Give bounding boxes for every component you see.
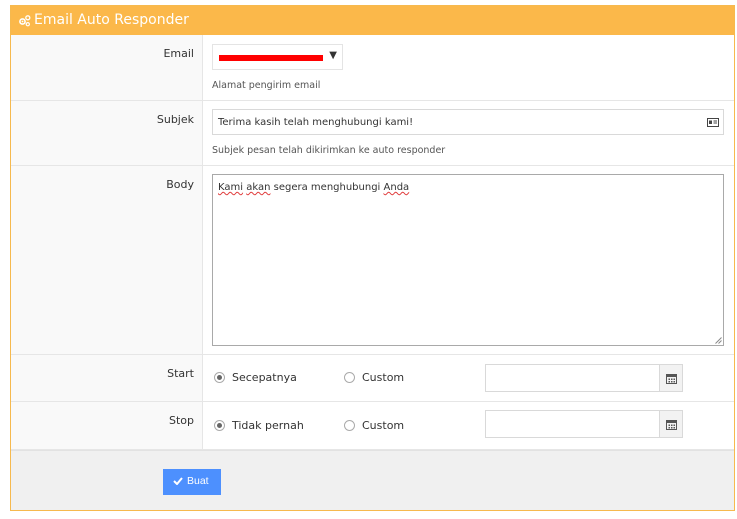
stop-calendar-button[interactable] — [659, 411, 682, 437]
body-value: Kami akan segera menghubungi Anda — [218, 182, 410, 193]
panel-header: Email Auto Responder — [11, 6, 734, 35]
start-custom-label[interactable]: Custom — [362, 371, 404, 384]
stop-custom-radio[interactable] — [344, 420, 355, 431]
stop-date-input[interactable] — [485, 410, 683, 438]
form-footer: Buat — [11, 450, 734, 510]
id-card-icon — [707, 118, 719, 127]
dropdown-caret-icon: ▼ — [329, 50, 337, 61]
start-custom-radio[interactable] — [344, 372, 355, 383]
resize-grip-icon[interactable] — [715, 337, 722, 344]
start-asap-radio[interactable] — [214, 372, 225, 383]
subject-label: Subjek — [156, 113, 194, 126]
email-label: Email — [163, 47, 194, 60]
panel-title: Email Auto Responder — [34, 12, 189, 28]
body-row: Body Kami akan segera menghubungi Anda — [11, 166, 734, 355]
start-date-input[interactable] — [485, 364, 683, 392]
check-icon — [173, 477, 183, 485]
start-asap-label[interactable]: Secepatnya — [232, 371, 297, 384]
start-row: Start Secepatnya Custom — [11, 355, 734, 402]
start-label: Start — [167, 367, 194, 380]
email-row: Email ▼ Alamat pengirim email — [11, 35, 734, 101]
subject-help-text: Subjek pesan telah dikirimkan ke auto re… — [212, 145, 446, 156]
calendar-icon — [666, 374, 677, 384]
create-button-label: Buat — [187, 475, 209, 487]
auto-responder-panel: Email Auto Responder Email ▼ Alamat peng… — [10, 5, 735, 511]
stop-custom-label[interactable]: Custom — [362, 419, 404, 432]
cogs-icon — [19, 15, 31, 27]
stop-label: Stop — [168, 414, 194, 427]
email-select[interactable]: ▼ — [212, 44, 343, 70]
create-button[interactable]: Buat — [163, 469, 221, 495]
subject-row: Subjek Terima kasih telah menghubungi ka… — [11, 101, 734, 166]
calendar-icon — [666, 420, 677, 430]
body-label: Body — [166, 178, 194, 191]
stop-never-label[interactable]: Tidak pernah — [232, 419, 304, 432]
email-help-text: Alamat pengirim email — [212, 80, 321, 91]
redacted-email-value — [219, 55, 323, 61]
start-calendar-button[interactable] — [659, 365, 682, 391]
stop-row: Stop Tidak pernah Custom — [11, 402, 734, 450]
subject-value: Terima kasih telah menghubungi kami! — [218, 117, 414, 128]
subject-input[interactable]: Terima kasih telah menghubungi kami! — [212, 109, 724, 135]
body-textarea[interactable]: Kami akan segera menghubungi Anda — [212, 174, 724, 346]
stop-never-radio[interactable] — [214, 420, 225, 431]
